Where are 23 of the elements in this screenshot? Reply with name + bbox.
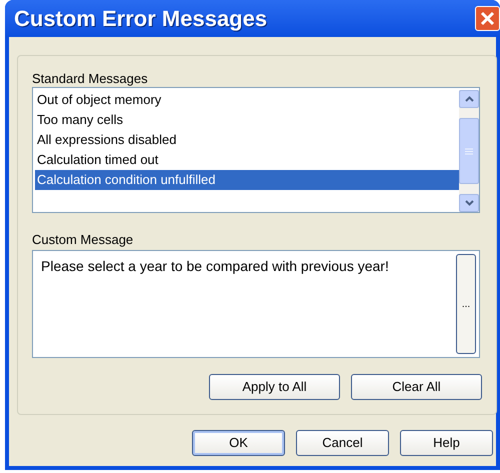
list-item[interactable]: Calculation timed out	[35, 150, 459, 170]
scrollbar[interactable]	[459, 90, 479, 212]
scroll-thumb[interactable]	[459, 118, 479, 184]
action-button[interactable]: Clear All	[351, 374, 482, 400]
action-button[interactable]: Apply to All	[209, 374, 340, 400]
list-item[interactable]: Too many cells	[35, 110, 459, 130]
browse-button[interactable]: ...	[456, 254, 476, 354]
list-item[interactable]: All expressions disabled	[35, 130, 459, 150]
scroll-down-button[interactable]	[459, 194, 479, 212]
grip-icon	[465, 148, 473, 154]
list-item[interactable]: Calculation condition unfulfilled	[35, 170, 459, 190]
window-title: Custom Error Messages	[14, 5, 268, 33]
scroll-up-button[interactable]	[459, 90, 479, 108]
message-label: Custom Message	[32, 231, 134, 249]
message-list[interactable]: Out of object memory Too many cells All expressions disabled Calculation timed out Calculation condition unfulfilled	[32, 87, 480, 213]
dialog-button[interactable]: Help	[400, 430, 493, 456]
dialog-button[interactable]: OK	[192, 430, 285, 456]
dialog-button[interactable]: Cancel	[296, 430, 389, 456]
close-icon	[480, 11, 495, 26]
close-button[interactable]	[475, 6, 500, 31]
list-item[interactable]: Out of object memory	[35, 90, 459, 110]
list-label: Standard Messages	[32, 70, 149, 87]
custom-message-field[interactable]: Please select a year to be compared with previous year! ...	[32, 250, 480, 358]
